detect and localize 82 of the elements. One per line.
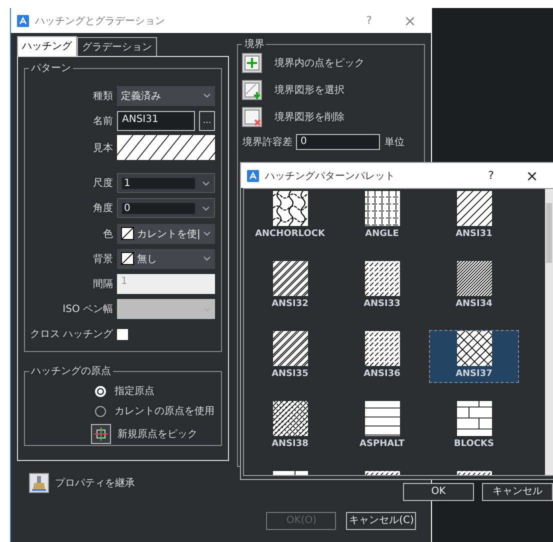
group-title: 境界	[243, 38, 266, 51]
combo-box[interactable]: 0	[117, 198, 215, 218]
pattern-tile[interactable]: ANSI33	[337, 260, 427, 313]
app-icon	[247, 170, 259, 182]
field-label: ISO ペン幅	[62, 303, 113, 316]
inherit-properties-label[interactable]: プロパティを継承	[55, 476, 135, 490]
close-button[interactable]: ×	[395, 12, 425, 30]
hatch-pattern-thumbnail	[456, 401, 492, 436]
window-title: ハッチングパターンパレット	[265, 170, 396, 182]
boundary-action-label[interactable]: 境界図形を削除	[274, 110, 344, 124]
boundary-action-label[interactable]: 境界図形を選択	[274, 83, 344, 97]
field-label: 尺度	[92, 176, 113, 190]
color-swatch-icon	[121, 227, 134, 240]
hatch-pattern-thumbnail	[364, 331, 400, 366]
browse-button[interactable]: ...	[199, 110, 215, 131]
combo-box[interactable]: 1	[117, 173, 215, 194]
hatch-pattern-thumbnail	[272, 401, 308, 436]
hatch-pattern-thumbnail	[364, 191, 400, 226]
tab[interactable]: ハッチング	[17, 36, 77, 56]
pattern-tile[interactable]: BLOCKS	[429, 400, 519, 453]
color-dropdown[interactable]: カレントを使|	[117, 224, 215, 244]
color-swatch-icon	[121, 252, 134, 266]
pattern-tile[interactable]: ANSI31	[429, 190, 519, 243]
chevron-icon	[203, 93, 211, 98]
hatch-pattern-thumbnail	[272, 191, 308, 226]
select-object-icon[interactable]	[242, 80, 262, 100]
field-label: 見本	[92, 142, 113, 155]
field-label: クロス ハッチング	[29, 328, 113, 342]
field-label: 境界許容差	[242, 136, 292, 149]
hatch-pattern-thumbnail	[456, 261, 492, 296]
radio-label: カレントの原点を使用	[114, 404, 214, 418]
pattern-tile[interactable]: ANSI35	[245, 330, 335, 383]
boundary-action-label[interactable]: 境界内の点をピック	[274, 56, 364, 70]
radio-label: 指定原点	[114, 384, 154, 398]
dialog-button[interactable]: キャンセル(C)	[346, 512, 416, 530]
field-label: 種類	[92, 90, 113, 103]
pattern-tile[interactable]: ANSI32	[245, 260, 335, 313]
remove-object-icon[interactable]	[242, 107, 262, 127]
chevron-icon	[203, 256, 211, 262]
hatch-pattern-thumbnail	[364, 261, 400, 296]
field-label: 名前	[92, 114, 113, 128]
app-icon	[17, 14, 29, 26]
pattern-tile[interactable]: ANSI38	[245, 400, 335, 453]
pattern-tile[interactable]: ANCHORLOCK	[245, 190, 335, 243]
add-point-icon[interactable]	[242, 53, 262, 73]
help-button[interactable]: ?	[471, 169, 511, 182]
hatch-pattern-thumbnail	[364, 401, 400, 436]
radio-button[interactable]	[95, 406, 106, 416]
field-label: 角度	[92, 202, 113, 216]
hatch-pattern-thumbnail	[272, 261, 308, 296]
chevron-icon	[202, 206, 210, 211]
group-title: パターン	[30, 62, 72, 75]
pick-origin-label[interactable]: 新規原点をピック	[117, 427, 198, 441]
pattern-tile[interactable]: ANSI36	[337, 330, 427, 383]
dropdown[interactable]: 定義済み	[117, 86, 215, 106]
tab[interactable]: グラデーション	[77, 37, 157, 56]
group-title: ハッチングの原点	[30, 364, 112, 378]
pattern-tile[interactable]: ANGLE	[337, 190, 427, 243]
pattern-tile[interactable]: ANSI37	[429, 330, 519, 383]
scrollbar[interactable]	[545, 189, 553, 475]
name-field[interactable]: ANSI31	[117, 110, 195, 131]
chevron-icon	[203, 231, 211, 236]
field-label: 背景	[92, 252, 113, 266]
pattern-tile[interactable]: ANSI34	[429, 260, 519, 313]
chevron-icon	[202, 180, 210, 186]
hatch-pattern-thumbnail	[456, 331, 492, 366]
palette-button[interactable]: キャンセル	[482, 483, 553, 501]
brush-icon[interactable]	[29, 473, 49, 493]
help-button[interactable]: ?	[349, 14, 389, 27]
tolerance-field[interactable]: 0	[296, 134, 380, 150]
hatch-pattern-thumbnail	[456, 191, 492, 226]
unit-label: 単位	[384, 136, 404, 149]
palette-button[interactable]: OK	[403, 483, 474, 501]
field-label: 色	[102, 228, 113, 241]
color-dropdown[interactable]: 無し	[117, 248, 215, 269]
window-title: ハッチングとグラデーション	[35, 14, 166, 28]
hatch-pattern-thumbnail	[272, 331, 308, 366]
pattern-tile[interactable]: ASPHALT	[337, 400, 427, 453]
crosshair-icon[interactable]	[91, 424, 112, 444]
field-label: 間隔	[92, 278, 113, 291]
checkbox[interactable]	[117, 328, 128, 340]
close-button[interactable]: ×	[517, 166, 547, 184]
